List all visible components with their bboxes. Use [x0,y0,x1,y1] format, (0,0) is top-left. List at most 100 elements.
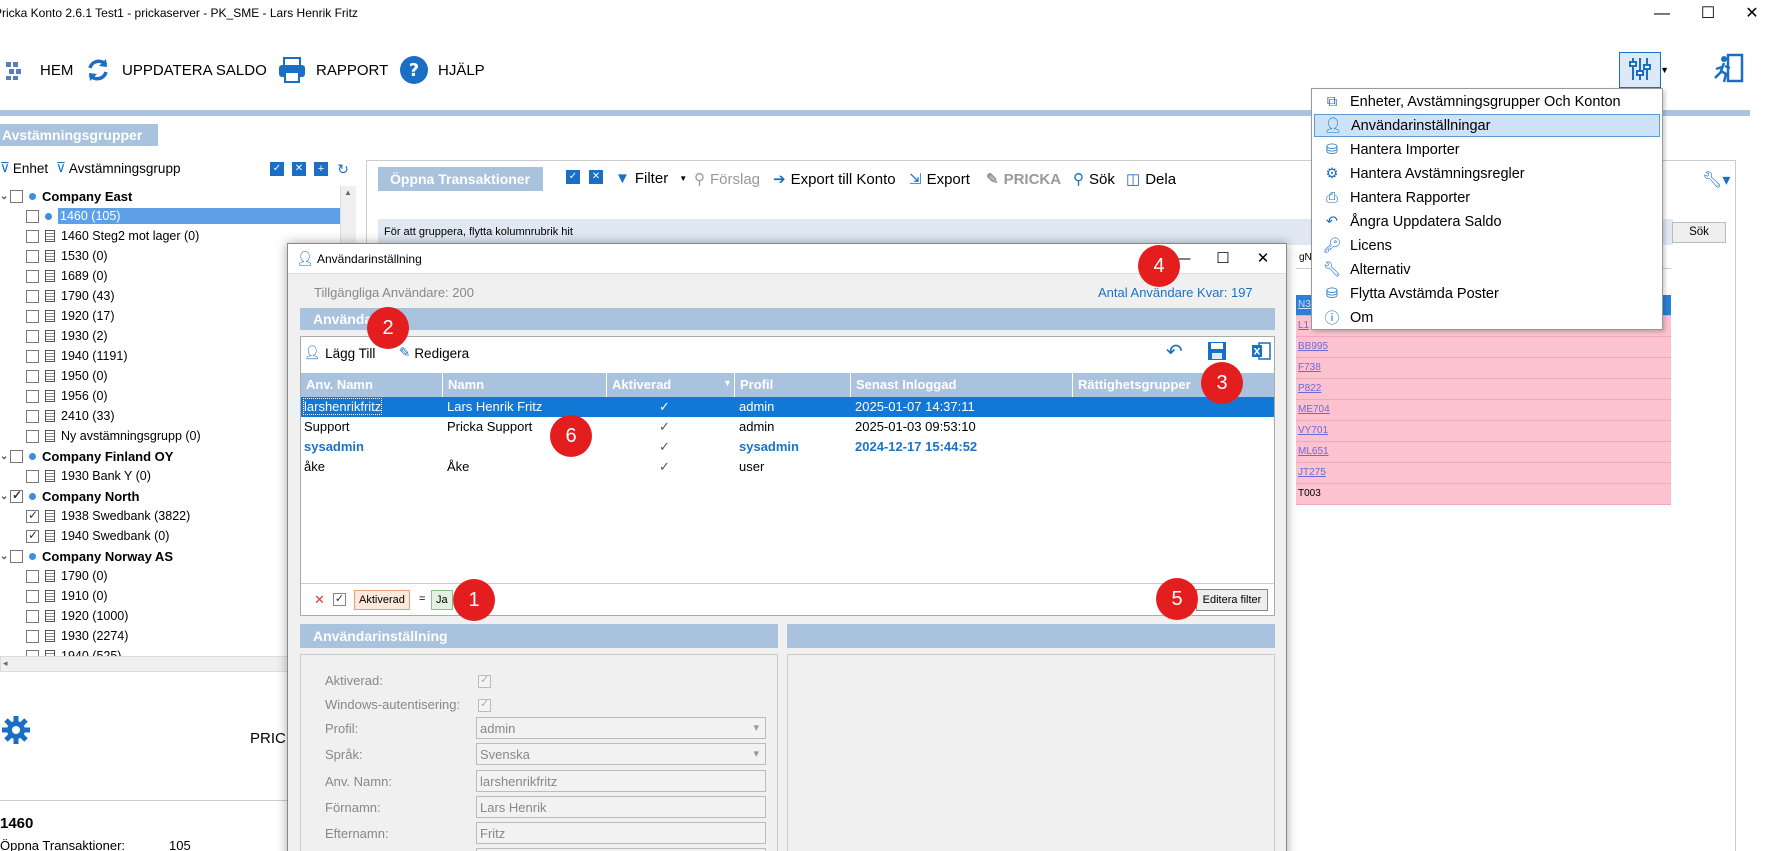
expand-icon[interactable]: ⌄ [0,451,10,462]
home-button[interactable]: HEM [0,52,73,88]
username-field[interactable]: larshenrikfritz [476,770,766,792]
menu-item[interactable]: 👤︎ Användarinställningar [1314,114,1660,137]
tree-item[interactable]: 1940 Swedbank (0) [26,526,169,546]
dialog-maximize-button[interactable]: ☐ [1205,248,1241,270]
last-name-field[interactable]: Fritz [476,822,766,844]
tree-checkbox[interactable] [10,189,23,203]
transaction-row[interactable]: F738 [1296,358,1671,379]
tree-checkbox[interactable] [26,528,39,543]
language-select[interactable]: Svenska [476,743,766,765]
tree-item[interactable]: 1930 (2) [26,326,108,346]
tree-item[interactable]: 1930 (2274) [26,626,128,646]
tree-checkbox[interactable] [26,369,39,383]
col-rights-groups[interactable]: Rättighetsgrupper [1073,373,1274,397]
tree-checkbox[interactable] [26,589,39,603]
wrench-icon[interactable]: 🔧︎▾ [1702,170,1730,190]
tree-checkbox[interactable] [26,329,39,343]
unit-filter[interactable]: ⊽ Enhet [0,160,48,176]
tree-item[interactable]: 1530 (0) [26,246,108,266]
tree-checkbox[interactable] [26,269,39,283]
group-filter[interactable]: ⊽ Avstämningsgrupp [56,160,180,176]
expand-icon[interactable]: ⌄ [0,491,10,502]
user-row[interactable]: Support Pricka Support ✓ admin 2025-01-03 09… [301,417,1274,437]
user-row[interactable]: larshenrikfritz Lars Henrik Fritz ✓ admin 20… [301,397,1274,417]
scroll-left-icon[interactable]: ◂ [3,658,8,669]
transaction-row[interactable]: JT275 [1296,463,1671,484]
tree-checkbox[interactable] [26,309,39,323]
tree-checkbox[interactable] [26,209,39,223]
filter-field-chip[interactable]: Aktiverad [354,590,410,610]
export-button[interactable]: ⇲ Export [909,170,970,189]
add-group-icon[interactable]: + [314,162,328,176]
export-to-account-button[interactable]: ➔ Export till Konto [773,170,896,189]
tree-checkbox[interactable] [26,609,39,623]
tree-checkbox[interactable] [26,469,39,483]
filter-enabled-checkbox[interactable]: ✓ [333,593,346,606]
tree-item[interactable]: 1460 (105) [26,206,348,226]
user-row[interactable]: åke Åke ✓ user [301,457,1274,477]
first-name-field[interactable]: Lars Henrik [476,796,766,818]
expand-icon[interactable]: ⌄ [0,191,10,202]
tree-item[interactable]: 1920 (1000) [26,606,128,626]
menu-item[interactable]: ⎙ Hantera Rapporter [1314,186,1660,209]
col-name[interactable]: Namn [443,373,607,397]
tree-item[interactable]: 1950 (0) [26,366,108,386]
grid-search-button[interactable]: Sök [1672,222,1726,243]
save-icon[interactable] [1207,341,1227,364]
tree-company[interactable]: ⌄ Company North [0,486,140,506]
transaction-row[interactable]: ML651 [1296,442,1671,463]
profile-select[interactable]: admin [476,717,766,739]
tree-item[interactable]: 1460 Steg2 mot lager (0) [26,226,199,246]
transaction-row[interactable]: VY701 [1296,421,1671,442]
tree-checkbox[interactable] [26,429,39,443]
clear-filter-icon[interactable]: ✕ [314,592,325,608]
menu-item[interactable]: ⧉ Enheter, Avstämningsgrupper Och Konton [1314,90,1660,113]
tree-checkbox[interactable] [26,569,39,583]
menu-item[interactable]: ⓘ Om [1314,306,1660,329]
tree-checkbox[interactable] [26,289,39,303]
pricka-button[interactable]: ✎ PRICKA [986,170,1061,189]
undo-icon[interactable]: ↶ [1166,339,1183,364]
excel-icon[interactable]: X [1251,341,1271,364]
menu-item[interactable]: ⛁ Hantera Importer [1314,138,1660,161]
transaction-row[interactable]: BB995 [1296,337,1671,358]
user-row[interactable]: sysadmin ✓ sysadmin 2024-12-17 15:44:52 [301,437,1274,457]
tree-checkbox[interactable] [26,389,39,403]
tree-item[interactable]: 1910 (0) [26,586,108,606]
filter-button[interactable]: ▼ Filter ▼ [615,170,687,187]
tree-item[interactable]: 1940 (525) [26,646,121,656]
menu-item[interactable]: 🔑︎ Licens [1314,234,1660,257]
search-button[interactable]: ⚲ Sök [1073,170,1115,189]
share-button[interactable]: ◫ Dela [1126,170,1176,189]
menu-item[interactable]: 🔧︎ Alternativ [1314,258,1660,281]
tree-item[interactable]: 1790 (0) [26,566,108,586]
tree-checkbox[interactable] [26,349,39,363]
col-username[interactable]: Anv. Namn [301,373,443,397]
tree-item[interactable]: Ny avstämningsgrupp (0) [26,426,201,446]
tree-item[interactable]: 1940 (1191) [26,346,128,366]
tree-company[interactable]: ⌄ Company Finland OY [0,446,173,466]
col-activated[interactable]: Aktiverad [607,373,735,397]
tree-item[interactable]: 1689 (0) [26,266,108,286]
left-gear-icon[interactable] [0,714,32,749]
tree-company[interactable]: ⌄ Company Norway AS [0,546,173,566]
exit-button[interactable] [1712,52,1748,88]
tree-checkbox[interactable] [10,488,23,503]
help-button[interactable]: ? HJÄLP [398,52,485,88]
tree-item[interactable]: 1956 (0) [26,386,108,406]
tree-checkbox[interactable] [26,629,39,643]
center-check-all[interactable]: ✓ [566,170,580,184]
menu-item[interactable]: ⛁ Flytta Avstämda Poster [1314,282,1660,305]
tree-checkbox[interactable] [10,549,23,563]
tree-item[interactable]: 1930 Bank Y (0) [26,466,151,486]
col-last-login[interactable]: Senast Inloggad [851,373,1073,397]
minimize-button[interactable]: — [1640,3,1684,25]
maximize-button[interactable]: ☐ [1686,3,1730,25]
expand-icon[interactable]: ⌄ [0,551,10,562]
report-button[interactable]: RAPPORT [276,52,388,88]
edit-user-button[interactable]: ✎ Redigera [399,345,469,361]
tree-checkbox[interactable] [10,449,23,463]
center-uncheck-all[interactable]: ✕ [589,170,603,184]
filter-icon[interactable]: ▼ [723,378,732,388]
uncheck-all-icon[interactable]: ✕ [292,162,306,176]
